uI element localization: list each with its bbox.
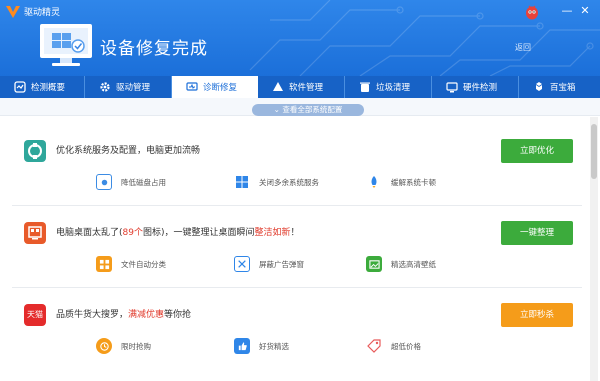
tab-label: 驱动管理 — [116, 83, 151, 93]
feature-label: 限时抢购 — [121, 341, 151, 351]
rocket-icon — [366, 174, 382, 190]
feature-item: 屏蔽广告弹窗 — [234, 256, 304, 272]
feature-item: 缓解系统卡顿 — [366, 174, 436, 190]
expand-all-config-button[interactable]: ⌄ 查看全部系统配置 — [252, 104, 364, 116]
tmall-logo-text: 天猫 — [27, 310, 43, 319]
feature-item: 超低价格 — [366, 338, 421, 354]
gear-icon — [100, 82, 110, 92]
overview-icon — [14, 81, 26, 93]
tab-label: 软件管理 — [289, 83, 324, 93]
disk-icon — [96, 174, 112, 190]
block-ad-icon — [234, 256, 250, 272]
tab-label: 垃圾清理 — [376, 83, 411, 93]
discount-highlight: 满减优惠 — [128, 310, 165, 320]
feature-item: 文件自动分类 — [96, 256, 166, 272]
feature-label: 精选高清壁纸 — [391, 259, 436, 269]
flash-sale-button[interactable]: 立即秒杀 — [501, 303, 573, 327]
back-link[interactable]: 返回 — [515, 42, 531, 53]
close-icon[interactable]: ✕ — [578, 4, 592, 18]
feature-item: 限时抢购 — [96, 338, 151, 354]
tab-label: 百宝箱 — [550, 83, 576, 93]
header-banner: 驱动精灵 — ✕ 设备修复完成 返回 — [0, 0, 600, 76]
feature-item: 好货精选 — [234, 338, 289, 354]
tab-software-management[interactable]: 软件管理 — [258, 76, 344, 98]
tmall-logo-icon: 天猫 — [24, 304, 46, 326]
optimize-icon — [24, 140, 46, 162]
tab-label: 诊断修复 — [203, 83, 238, 93]
main-tabbar: 检测概要 驱动管理 诊断修复 软件管理 垃圾清理 硬件检测 百宝箱 — [0, 76, 600, 98]
tab-toolbox[interactable]: 百宝箱 — [519, 76, 594, 98]
windows-icon — [234, 174, 250, 190]
tab-driver-management[interactable]: 驱动管理 — [85, 76, 171, 98]
wallpaper-icon — [366, 256, 382, 272]
diagnose-icon — [186, 82, 198, 91]
hardware-icon — [446, 82, 458, 93]
panel-title-text: 图标)，一键整理让桌面瞬间 — [142, 228, 255, 238]
panel-title-text: 优化系统服务及配置，电脑更加流畅 — [56, 146, 201, 156]
chevron-down-icon: ⌄ — [273, 105, 280, 114]
trash-icon — [360, 82, 370, 92]
panel-title-text: 等你抢 — [164, 310, 192, 320]
feature-label: 好货精选 — [259, 341, 289, 351]
desktop-organize-panel: 电脑桌面太乱了(89个图标)，一键整理让桌面瞬间整洁如新！ 一键整理 文件自动分… — [12, 208, 582, 288]
feature-item: 关闭多余系统服务 — [234, 174, 319, 190]
one-click-organize-button[interactable]: 一键整理 — [501, 221, 573, 245]
tab-diagnose-repair[interactable]: 诊断修复 — [172, 76, 258, 98]
tab-overview[interactable]: 检测概要 — [0, 76, 84, 98]
hero-title: 设备修复完成 — [100, 39, 208, 59]
feature-label: 超低价格 — [391, 341, 421, 351]
feature-item: 降低磁盘占用 — [96, 174, 166, 190]
feature-label: 降低磁盘占用 — [121, 177, 166, 187]
scrollbar-thumb[interactable] — [591, 124, 597, 179]
minimize-icon[interactable]: — — [560, 4, 574, 18]
optimize-now-button[interactable]: 立即优化 — [501, 139, 573, 163]
panel-title: 电脑桌面太乱了(89个图标)，一键整理让桌面瞬间整洁如新！ — [56, 225, 300, 238]
thumbs-up-icon — [234, 338, 250, 354]
app-logo-icon — [6, 6, 20, 18]
feature-label: 缓解系统卡顿 — [391, 177, 436, 187]
icon-count-highlight: 89个 — [122, 228, 143, 238]
tab-hardware-check[interactable]: 硬件检测 — [432, 76, 518, 98]
optimize-service-panel: 优化系统服务及配置，电脑更加流畅 立即优化 降低磁盘占用 关闭多余系统服务 缓解… — [12, 126, 582, 206]
feature-label: 屏蔽广告弹窗 — [259, 259, 304, 269]
panel-title: 品质牛货大搜罗，满减优惠等你抢 — [56, 307, 191, 320]
tab-junk-cleanup[interactable]: 垃圾清理 — [345, 76, 431, 98]
folder-grid-icon — [96, 256, 112, 272]
panel-title-text: 电脑桌面太乱了( — [56, 228, 123, 238]
clean-highlight: 整洁如新 — [254, 228, 291, 238]
monitor-icon — [40, 24, 92, 66]
shopping-promo-panel: 天猫 品质牛货大搜罗，满减优惠等你抢 立即秒杀 限时抢购 好货精选 超低价格 — [12, 290, 582, 381]
panel-title-text: ！ — [290, 228, 300, 238]
decorative-circuit-pattern — [249, 0, 600, 76]
panel-title: 优化系统服务及配置，电脑更加流畅 — [56, 143, 200, 156]
desktop-icon — [24, 222, 46, 244]
clock-icon — [96, 338, 112, 354]
toolbox-icon — [536, 82, 542, 91]
app-title: 驱动精灵 — [24, 8, 61, 18]
feature-label: 关闭多余系统服务 — [259, 177, 319, 187]
tab-label: 硬件检测 — [463, 83, 498, 93]
feature-item: 精选高清壁纸 — [366, 256, 436, 272]
price-tag-icon — [366, 338, 382, 354]
feature-label: 文件自动分类 — [121, 259, 166, 269]
software-icon — [273, 82, 283, 91]
tab-label: 检测概要 — [31, 83, 66, 93]
mascot-icon[interactable] — [525, 4, 539, 20]
panel-title-text: 品质牛货大搜罗， — [56, 310, 129, 320]
expand-label: 查看全部系统配置 — [282, 105, 343, 114]
